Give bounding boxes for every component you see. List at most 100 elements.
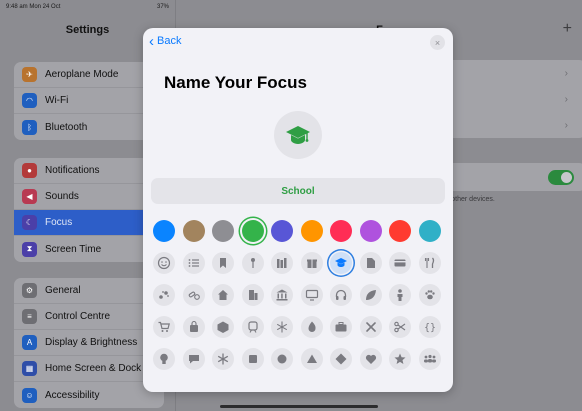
icon-option-smiley[interactable] (153, 252, 175, 274)
icon-option-train[interactable] (241, 316, 264, 338)
sidebar-item-focus[interactable]: ☾ Focus (14, 210, 164, 236)
briefcase-icon (335, 322, 347, 332)
icon-option-credit-card[interactable] (389, 252, 411, 274)
back-button[interactable]: ‹ Back (149, 32, 181, 50)
sidebar-item-home-screen-dock[interactable]: ▦ Home Screen & Dock (14, 356, 164, 382)
home-indicator[interactable] (220, 405, 378, 408)
triangle-icon (306, 354, 317, 363)
cart-icon (158, 321, 170, 332)
sidebar-item-label: Home Screen & Dock (45, 363, 142, 374)
icon-option-bag[interactable] (182, 316, 205, 338)
color-swatch-pink[interactable] (330, 220, 352, 242)
icon-option-list[interactable] (182, 252, 205, 274)
chevron-left-icon: ‹ (149, 32, 154, 50)
icon-option-lightbulb[interactable] (153, 348, 175, 370)
person-icon (397, 289, 403, 301)
heart-icon (365, 354, 376, 364)
sidebar-item-bluetooth[interactable]: ᛒ Bluetooth (14, 114, 164, 140)
icon-option-speech-bubble[interactable] (182, 348, 205, 370)
icon-option-briefcase[interactable] (330, 316, 352, 338)
status-bar: 9:48 am Mon 24 Oct 37% (6, 4, 169, 14)
icon-option-triangle[interactable] (300, 348, 323, 370)
sidebar-item-label: General (45, 285, 81, 296)
icon-option-scissors[interactable] (389, 316, 411, 338)
icon-option-books[interactable] (271, 252, 293, 274)
sidebar-item-general[interactable]: ⚙ General (14, 278, 164, 304)
sidebar-item-accessibility[interactable]: ☺ Accessibility (14, 382, 164, 408)
icon-option-cart[interactable] (153, 316, 175, 338)
icon-option-bank[interactable] (271, 284, 293, 306)
add-button[interactable]: + (563, 20, 572, 38)
sidebar-item-sounds[interactable]: ◀ Sounds (14, 184, 164, 210)
bag-icon (189, 320, 198, 332)
grid-icon: ▦ (22, 361, 37, 376)
sidebar-item-label: Wi-Fi (45, 95, 69, 106)
icon-option-pin[interactable] (241, 252, 264, 274)
icon-option-document[interactable] (359, 252, 382, 274)
icon-option-gift[interactable] (300, 252, 323, 274)
focus-name-input[interactable] (151, 178, 445, 204)
hourglass-icon: ⧗ (22, 241, 37, 257)
color-swatch-gray[interactable] (212, 220, 234, 242)
icon-option-heart[interactable] (359, 348, 382, 370)
settings-group: ⚙ General ≡ Control Centre A Display & Bright… (14, 278, 164, 408)
sidebar-item-label: Control Centre (45, 311, 111, 322)
color-swatch-indigo[interactable] (271, 220, 293, 242)
icon-option-diamond[interactable] (330, 348, 352, 370)
icon-option-person[interactable] (389, 284, 411, 306)
pills-icon (188, 291, 200, 300)
chevron-right-icon: › (564, 68, 568, 79)
icon-option-square[interactable] (241, 348, 264, 370)
sidebar-item-wi-fi[interactable]: ◠ Wi-Fi (14, 88, 164, 114)
color-swatch-purple[interactable] (359, 220, 382, 242)
paw-icon (424, 290, 435, 300)
icon-option-snowflake[interactable] (271, 316, 293, 338)
icon-option-tools[interactable] (359, 316, 382, 338)
sidebar-item-label: Focus (45, 217, 73, 228)
color-picker (153, 218, 443, 244)
sidebar-item-display-brightness[interactable]: A Display & Brightness (14, 330, 164, 356)
close-button[interactable]: × (430, 35, 445, 50)
sidebar-item-aeroplane-mode[interactable]: ✈ Aeroplane Mode (14, 62, 164, 88)
chevron-right-icon: › (564, 94, 568, 105)
icon-option-paw[interactable] (418, 284, 441, 306)
color-swatch-green[interactable] (241, 220, 264, 242)
gift-icon (306, 259, 317, 268)
people-icon (423, 354, 436, 363)
icon-option-leaf[interactable] (359, 284, 382, 306)
icon-option-graduation-cap[interactable] (330, 252, 352, 274)
color-swatch-teal[interactable] (418, 220, 441, 242)
icon-option-circle[interactable] (271, 348, 293, 370)
color-swatch-brown[interactable] (182, 220, 205, 242)
close-icon: × (434, 37, 441, 48)
sidebar-item-control-centre[interactable]: ≡ Control Centre (14, 304, 164, 330)
status-time: 9:48 am Mon 24 Oct (6, 4, 61, 10)
icon-option-star[interactable] (389, 348, 411, 370)
icon-option-flame[interactable] (300, 316, 323, 338)
icon-option-people[interactable] (418, 348, 441, 370)
icon-option-braces[interactable]: {} (418, 316, 441, 338)
icon-option-fork-knife[interactable] (418, 252, 441, 274)
icon-option-building[interactable] (241, 284, 264, 306)
color-swatch-blue[interactable] (153, 220, 175, 242)
icon-option-monitor[interactable] (300, 284, 323, 306)
color-swatch-red[interactable] (389, 220, 411, 242)
icon-option-pills[interactable] (182, 284, 205, 306)
icon-option-box[interactable] (212, 316, 234, 338)
icon-option-asterisk[interactable] (212, 348, 234, 370)
icon-option-house[interactable] (212, 284, 234, 306)
sidebar-item-screen-time[interactable]: ⧗ Screen Time (14, 236, 164, 262)
smiley-icon (157, 256, 171, 270)
color-swatch-orange[interactable] (300, 220, 323, 242)
svg-text:{}: {} (423, 323, 435, 334)
accessibility-icon: ☺ (22, 387, 37, 403)
share-footnote: r other devices. (447, 196, 495, 203)
share-across-devices-toggle[interactable] (548, 170, 574, 185)
icon-option-bookmark[interactable] (212, 252, 234, 274)
sheet-heading: Name Your Focus (164, 73, 307, 92)
icon-option-headphones[interactable] (330, 284, 352, 306)
wifi-icon: ◠ (22, 93, 37, 108)
square-icon (248, 355, 257, 363)
icon-option-paw-prints[interactable] (153, 284, 175, 306)
sidebar-item-notifications[interactable]: ● Notifications (14, 158, 164, 184)
